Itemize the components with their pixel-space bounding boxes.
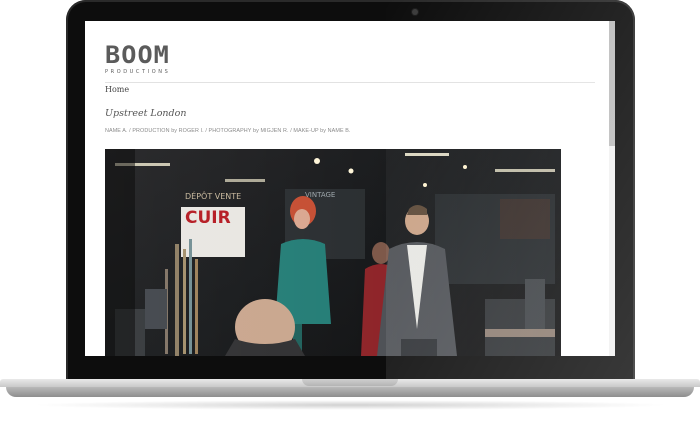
logo-subtitle: PRODUCTIONS — [105, 69, 171, 75]
post-title: Upstreet London — [105, 108, 187, 119]
post-credits: NAME A. / PRODUCTION by ROGER I. / PHOTO… — [105, 128, 351, 134]
nav-home-link[interactable]: Home — [105, 85, 129, 94]
laptop-opening-notch — [302, 379, 398, 386]
laptop-mockup: BOOM PRODUCTIONS Home Upstreet London NA… — [0, 0, 700, 423]
browser-viewport: BOOM PRODUCTIONS Home Upstreet London NA… — [85, 21, 615, 356]
site-logo[interactable]: BOOM PRODUCTIONS — [105, 43, 183, 79]
shop-window-photo: DÉPÔT VENTE CUIR VINTAGE — [105, 149, 561, 356]
post-photo: DÉPÔT VENTE CUIR VINTAGE — [105, 149, 561, 356]
page-scrollbar[interactable] — [609, 21, 615, 356]
header-divider — [105, 82, 595, 83]
laptop-base-bottom — [6, 387, 694, 397]
webcam-icon — [412, 9, 418, 15]
laptop-base — [0, 379, 700, 401]
scrollbar-thumb[interactable] — [609, 21, 615, 146]
logo-wordmark: BOOM — [105, 41, 170, 69]
laptop-shadow — [30, 400, 670, 410]
